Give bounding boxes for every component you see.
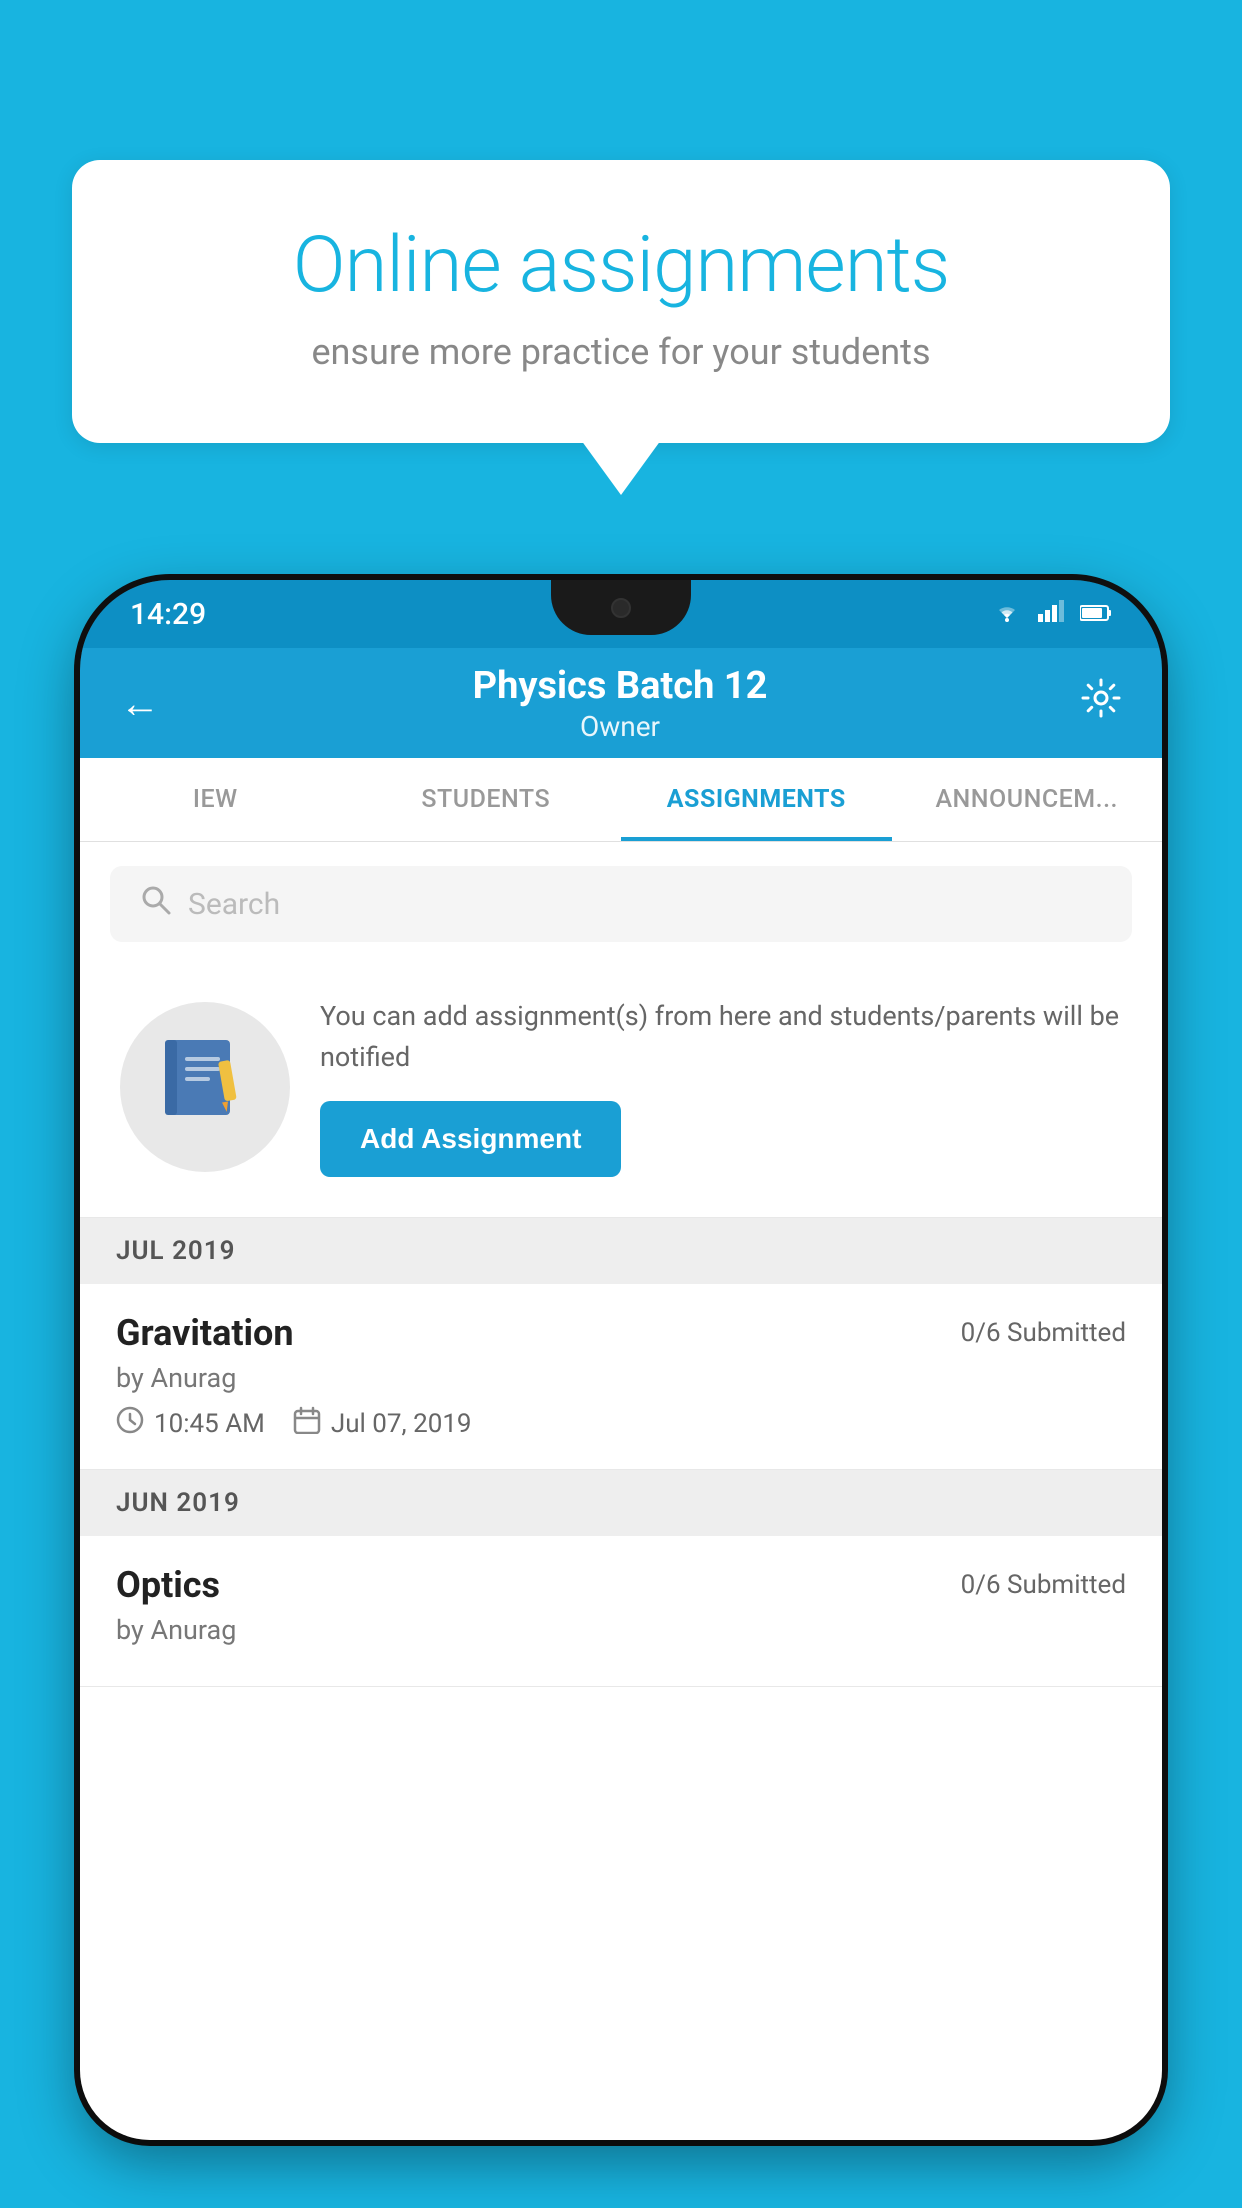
- batch-subtitle: Owner: [473, 710, 768, 743]
- tab-assignments[interactable]: ASSIGNMENTS: [621, 758, 892, 841]
- assignment-name: Gravitation: [116, 1312, 294, 1354]
- add-assignment-button[interactable]: Add Assignment: [320, 1101, 621, 1177]
- search-icon: [140, 884, 172, 924]
- assignment-name: Optics: [116, 1564, 220, 1606]
- search-bar: Search: [80, 842, 1162, 966]
- wifi-icon: [992, 599, 1022, 629]
- header-title-block: Physics Batch 12 Owner: [473, 664, 768, 743]
- bubble-subtitle: ensure more practice for your students: [152, 331, 1090, 373]
- section-header-jun: JUN 2019: [80, 1470, 1162, 1536]
- assignment-row1: Optics 0/6 Submitted: [116, 1564, 1126, 1606]
- speech-bubble: Online assignments ensure more practice …: [72, 160, 1170, 443]
- table-row[interactable]: Optics 0/6 Submitted by Anurag: [80, 1536, 1162, 1687]
- phone-notch: [551, 580, 691, 635]
- assignment-author: by Anurag: [116, 1614, 1126, 1646]
- speech-bubble-container: Online assignments ensure more practice …: [72, 160, 1170, 443]
- status-icons: [992, 599, 1112, 629]
- assignment-date: Jul 07, 2019: [331, 1409, 472, 1439]
- phone-container: 14:29: [80, 580, 1162, 2208]
- promo-card: You can add assignment(s) from here and …: [80, 966, 1162, 1218]
- assignment-time: 10:45 AM: [154, 1409, 265, 1439]
- date-badge: Jul 07, 2019: [293, 1406, 472, 1441]
- camera: [611, 598, 631, 618]
- status-time: 14:29: [130, 597, 206, 632]
- search-placeholder: Search: [188, 887, 280, 922]
- assignment-meta: 10:45 AM Jul 07, 2019: [116, 1406, 1126, 1441]
- calendar-icon: [293, 1406, 321, 1441]
- bubble-title: Online assignments: [152, 220, 1090, 311]
- tab-iew[interactable]: IEW: [80, 758, 351, 841]
- section-header-jul: JUL 2019: [80, 1218, 1162, 1284]
- promo-icon-circle: [120, 1002, 290, 1172]
- tabs-bar: IEW STUDENTS ASSIGNMENTS ANNOUNCEM...: [80, 758, 1162, 842]
- assignment-submitted: 0/6 Submitted: [961, 1564, 1126, 1600]
- screen-content: Search: [80, 842, 1162, 2140]
- search-input-wrap[interactable]: Search: [110, 866, 1132, 942]
- promo-description: You can add assignment(s) from here and …: [320, 996, 1122, 1077]
- table-row[interactable]: Gravitation 0/6 Submitted by Anurag: [80, 1284, 1162, 1470]
- promo-text-block: You can add assignment(s) from here and …: [320, 996, 1122, 1177]
- assignment-row1: Gravitation 0/6 Submitted: [116, 1312, 1126, 1354]
- signal-icon: [1038, 599, 1064, 629]
- tab-announcements[interactable]: ANNOUNCEM...: [892, 758, 1163, 841]
- battery-icon: [1080, 599, 1112, 629]
- time-badge: 10:45 AM: [116, 1406, 265, 1441]
- assignment-submitted: 0/6 Submitted: [961, 1312, 1126, 1348]
- tab-students[interactable]: STUDENTS: [351, 758, 622, 841]
- phone-body: 14:29: [80, 580, 1162, 2140]
- app-header: ← Physics Batch 12 Owner: [80, 648, 1162, 758]
- notebook-icon: [160, 1032, 250, 1142]
- assignment-author: by Anurag: [116, 1362, 1126, 1394]
- back-button[interactable]: ←: [120, 680, 160, 727]
- clock-icon: [116, 1406, 144, 1441]
- settings-icon[interactable]: [1080, 677, 1122, 729]
- batch-title: Physics Batch 12: [473, 664, 768, 708]
